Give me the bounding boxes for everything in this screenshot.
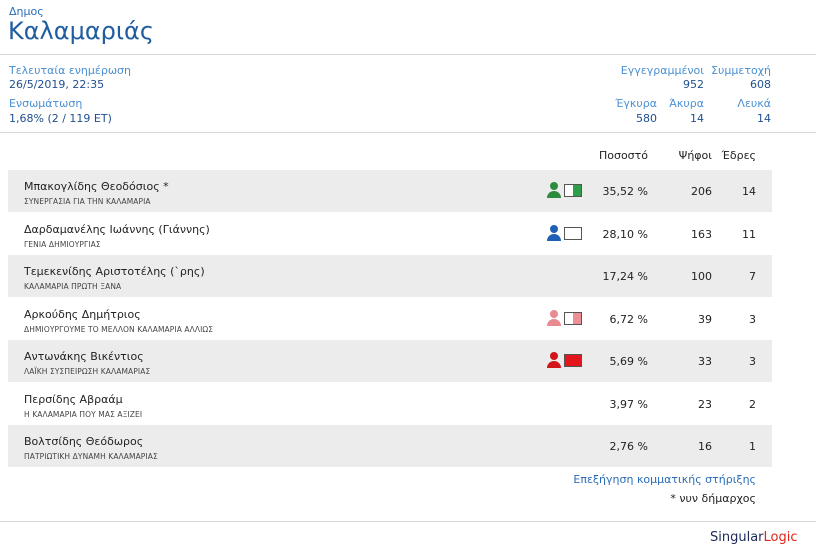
party-support-indicator (546, 182, 586, 198)
column-header-percent: Ποσοστό (598, 149, 648, 162)
candidate-name: Περσίδης Αβραάμ (24, 392, 123, 406)
integration-label: Ενσωμάτωση (9, 97, 83, 110)
candidate-name: Βολτσίδης Θεόδωρος (24, 435, 144, 448)
valid-label: Έγκυρα (615, 97, 657, 110)
page-header: Δημος Καλαμαριάς (0, 0, 816, 55)
incumbent-mayor-note: * νυν δήμαρχος (670, 492, 756, 505)
party-name: ΓΕΝΙΑ ΔΗΜΙΟΥΡΓΙΑΣ (24, 239, 101, 249)
support-flag-icon (564, 354, 582, 367)
seats-value: 3 (749, 312, 756, 326)
votes-value: 39 (698, 312, 712, 326)
seats-value: 1 (749, 440, 756, 453)
candidate-name: Μπακογλίδης Θεοδόσιος * (24, 180, 169, 193)
footer-divider (0, 521, 816, 522)
invalid-value: 14 (690, 112, 704, 125)
table-row: Μπακογλίδης Θεοδόσιος * ΣΥΝΕΡΓΑΣΙΑ ΓΙΑ ΤΗ… (8, 170, 772, 212)
seats-value: 14 (742, 185, 756, 198)
support-flag-icon (564, 184, 582, 197)
blank-value: 14 (757, 112, 771, 125)
party-support-indicator (546, 224, 586, 241)
turnout-label: Συμμετοχή (711, 64, 771, 77)
page-title: Καλαμαριάς (8, 17, 154, 45)
integration-value: 1,68% (2 / 119 ΕΤ) (9, 112, 112, 125)
party-support-explanation-link[interactable]: Επεξήγηση κομματικής στήριξης (560, 473, 756, 486)
party-name: Η ΚΑΛΑΜΑΡΙΑ ΠΟΥ ΜΑΣ ΑΞΙΖΕΙ (24, 409, 143, 419)
logo-part-2: Logic (763, 530, 798, 545)
person-icon (546, 224, 562, 241)
party-name: ΚΑΛΑΜΑΡΙΑ ΠΡΩΤΗ ΞΑΝΑ (24, 282, 122, 291)
party-name: ΠΑΤΡΙΩΤΙΚΗ ΔΥΝΑΜΗ ΚΑΛΑΜΑΡΙΑΣ (24, 452, 158, 461)
party-name: ΛΑΪΚΗ ΣΥΣΠΕΙΡΩΣΗ ΚΑΛΑΜΑΡΙΑΣ (24, 367, 151, 376)
table-row: Βολτσίδης Θεόδωρος ΠΑΤΡΙΩΤΙΚΗ ΔΥΝΑΜΗ ΚΑΛΑ… (8, 425, 772, 467)
last-update-value: 26/5/2019, 22:35 (9, 78, 105, 91)
person-icon (546, 352, 562, 368)
last-update-label: Τελευταία ενημέρωση (9, 64, 131, 77)
seats-value: 3 (749, 355, 756, 368)
support-flag-icon (564, 226, 582, 240)
votes-value: 33 (698, 355, 712, 368)
party-name: ΣΥΝΕΡΓΑΣΙΑ ΓΙΑ ΤΗΝ ΚΑΛΑΜΑΡΙΑ (24, 197, 151, 206)
candidate-name: Δαρδαμανέλης Ιωάννης (Γιάννης) (24, 222, 210, 236)
votes-value: 23 (698, 397, 712, 411)
votes-value: 206 (691, 185, 712, 198)
votes-value: 163 (691, 227, 712, 241)
table-row: Αντωνάκης Βικέντιος ΛΑΪΚΗ ΣΥΣΠΕΙΡΩΣΗ ΚΑΛΑ… (8, 340, 772, 382)
percent-value: 2,76 % (609, 440, 648, 453)
person-icon (546, 182, 562, 198)
stats-panel: Τελευταία ενημέρωση 26/5/2019, 22:35 Ενσ… (0, 56, 816, 133)
column-header-seats: Έδρες (721, 149, 756, 162)
seats-value: 7 (749, 270, 756, 283)
invalid-label: Άκυρα (669, 97, 704, 110)
registered-value: 952 (683, 78, 704, 91)
turnout-value: 608 (750, 78, 771, 91)
candidate-name: Αρκούδης Δημήτριος (24, 307, 141, 321)
party-name: ΔΗΜΙΟΥΡΓΟΥΜΕ ΤΟ ΜΕΛΛΟΝ ΚΑΛΑΜΑΡΙΑ ΑΛΛΙΩΣ (24, 324, 214, 334)
singularlogic-logo: SingularLogic (710, 530, 798, 545)
valid-value: 580 (636, 112, 657, 125)
table-row: Αρκούδης Δημήτριος ΔΗΜΙΟΥΡΓΟΥΜΕ ΤΟ ΜΕΛΛΟΝ… (8, 298, 772, 340)
registered-label: Εγγεγραμμένοι (620, 64, 704, 77)
votes-value: 100 (691, 270, 712, 283)
column-header-votes: Ψήφοι (678, 149, 712, 162)
percent-value: 3,97 % (609, 397, 648, 411)
party-support-indicator (546, 352, 586, 368)
person-icon (546, 309, 562, 326)
candidate-name: Τεμεκενίδης Αριστοτέλης (`ρης) (24, 265, 205, 278)
blank-label: Λευκά (737, 97, 771, 110)
table-row: Περσίδης Αβραάμ Η ΚΑΛΑΜΑΡΙΑ ΠΟΥ ΜΑΣ ΑΞΙΖΕ… (8, 383, 772, 425)
percent-value: 17,24 % (602, 270, 648, 283)
votes-value: 16 (698, 440, 712, 453)
candidate-name: Αντωνάκης Βικέντιος (24, 350, 144, 363)
table-row: Δαρδαμανέλης Ιωάννης (Γιάννης) ΓΕΝΙΑ ΔΗΜΙ… (8, 213, 772, 255)
support-flag-icon (564, 311, 582, 325)
logo-part-1: Singular (710, 530, 764, 545)
party-support-indicator (546, 309, 586, 326)
seats-value: 2 (749, 397, 756, 411)
table-row: Τεμεκενίδης Αριστοτέλης (`ρης) ΚΑΛΑΜΑΡΙΑ … (8, 255, 772, 297)
seats-value: 11 (742, 227, 756, 241)
